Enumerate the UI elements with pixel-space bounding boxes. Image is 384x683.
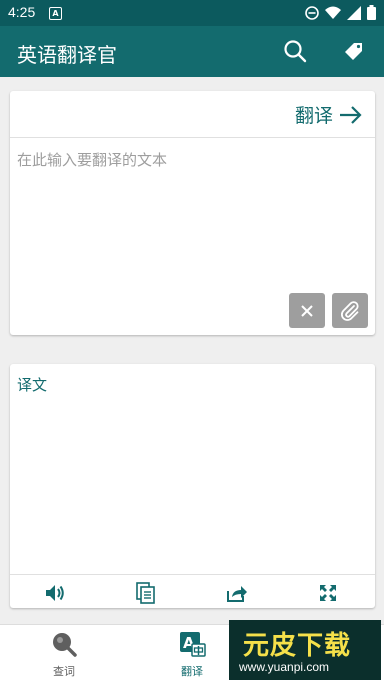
fullscreen-icon[interactable] xyxy=(317,582,339,604)
result-divider xyxy=(10,574,375,575)
app-title: 英语翻译官 xyxy=(17,43,117,67)
speaker-icon[interactable] xyxy=(44,582,66,604)
close-icon xyxy=(301,304,313,317)
magnifier-icon xyxy=(53,633,77,657)
clear-button[interactable] xyxy=(289,293,325,328)
app-bar: 英语翻译官 xyxy=(0,26,384,77)
watermark: 元皮下载 www.yuanpi.com xyxy=(229,620,381,680)
do-not-disturb-icon xyxy=(305,5,319,20)
text-input[interactable]: 在此输入要翻译的文本 xyxy=(17,149,167,170)
nav-label-translate: 翻译 xyxy=(181,665,203,678)
nav-item-translate[interactable]: A 翻译 xyxy=(162,631,222,679)
arrow-right-icon xyxy=(340,105,362,124)
translate-icon: A xyxy=(180,632,206,657)
search-icon[interactable] xyxy=(282,38,308,64)
attach-button[interactable] xyxy=(332,293,368,328)
status-bar: 4:25 A xyxy=(0,0,384,26)
signal-icon xyxy=(347,5,361,20)
watermark-url: www.yuanpi.com xyxy=(239,660,330,674)
status-icons xyxy=(305,5,376,20)
notification-icon: A xyxy=(49,7,62,20)
result-card: 译文 xyxy=(10,364,375,608)
share-icon[interactable] xyxy=(226,582,248,604)
nav-label-lookup: 查词 xyxy=(53,665,75,678)
tag-icon[interactable] xyxy=(341,38,367,64)
input-divider xyxy=(10,137,375,138)
input-card: 翻译 在此输入要翻译的文本 xyxy=(10,91,375,335)
battery-icon xyxy=(367,5,376,20)
nav-item-lookup[interactable]: 查词 xyxy=(34,631,94,679)
wifi-icon xyxy=(325,6,341,19)
status-time: 4:25 xyxy=(8,4,36,20)
watermark-title: 元皮下载 xyxy=(243,631,352,661)
result-label: 译文 xyxy=(17,376,48,394)
copy-icon[interactable] xyxy=(135,582,157,604)
paperclip-icon xyxy=(341,300,359,321)
translate-button-label: 翻译 xyxy=(294,105,333,127)
translate-button[interactable]: 翻译 xyxy=(295,101,363,128)
